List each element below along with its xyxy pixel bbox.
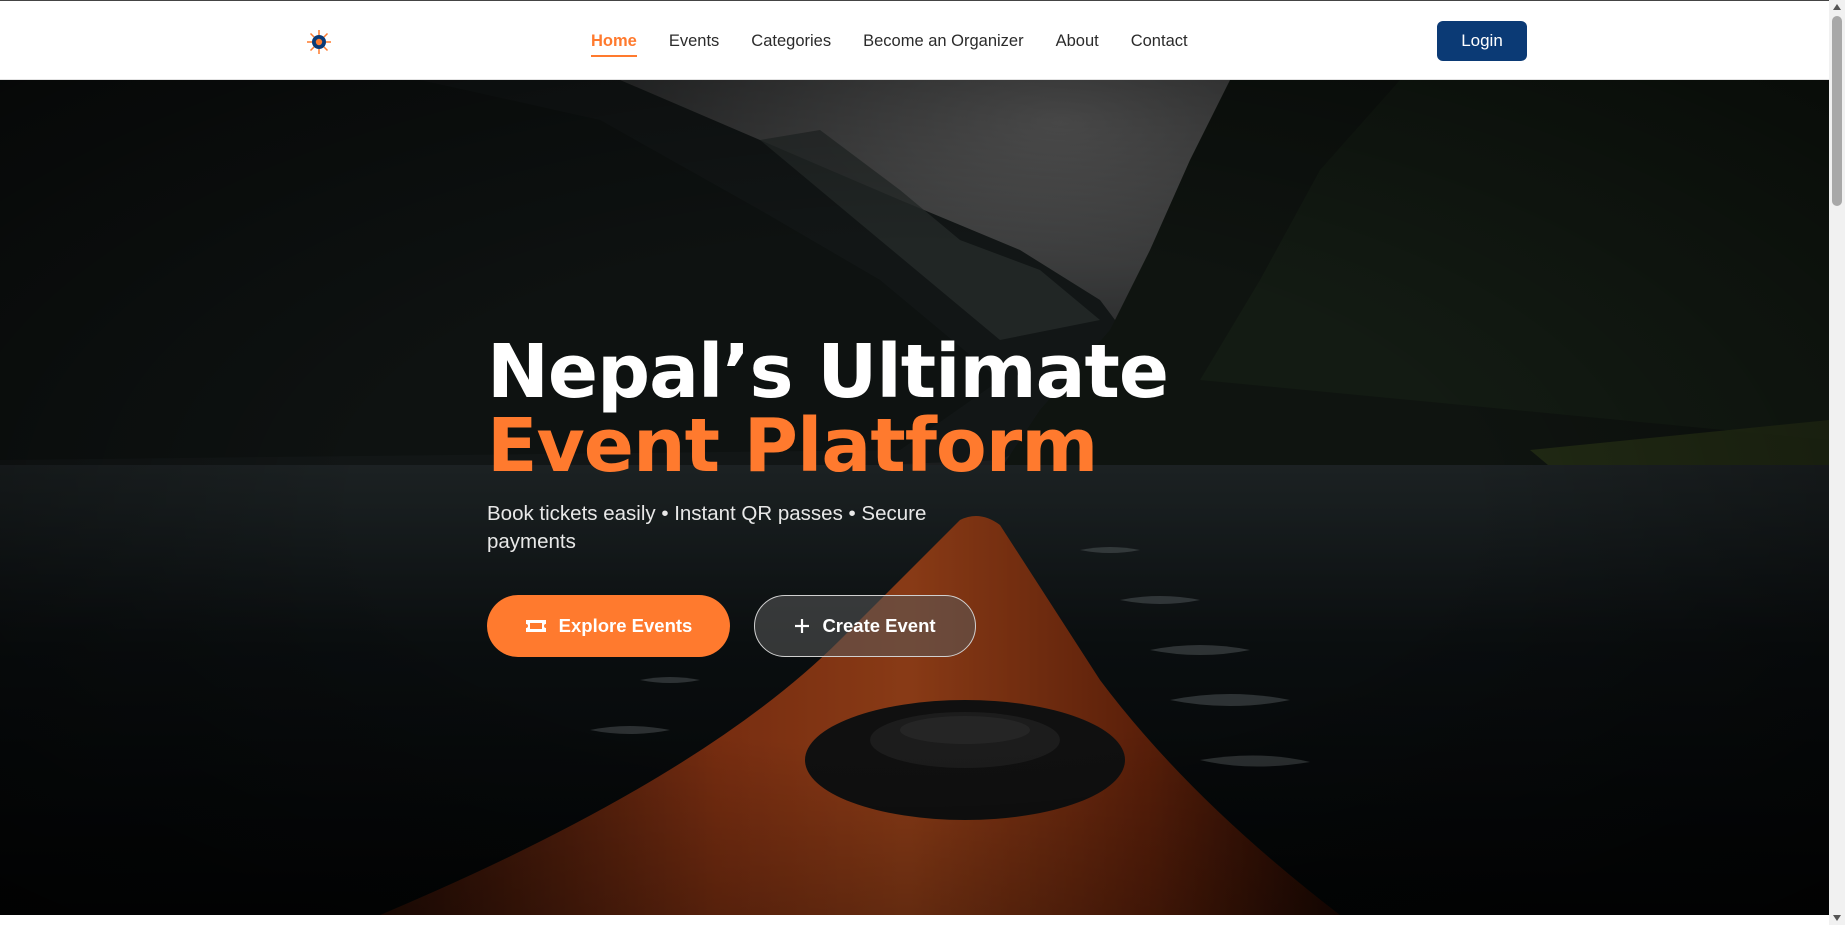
hero-background-image [0,80,1829,915]
create-event-button[interactable]: Create Event [754,595,976,657]
create-event-label: Create Event [822,615,936,636]
scroll-down-arrow-icon[interactable] [1829,911,1845,925]
explore-events-label: Explore Events [558,615,693,636]
nav-link-become-organizer[interactable]: Become an Organizer [863,28,1024,55]
nav-link-categories[interactable]: Categories [751,28,831,55]
ticket-icon [525,618,547,634]
login-button[interactable]: Login [1437,21,1527,61]
plus-icon [794,618,810,634]
main-nav: Home Events Categories Become an Organiz… [591,1,1188,81]
hero-subtitle: Book tickets easily • Instant QR passes … [487,502,927,553]
nav-link-about[interactable]: About [1056,28,1099,55]
vertical-scrollbar[interactable] [1829,0,1845,925]
scroll-up-arrow-icon[interactable] [1829,0,1845,14]
hero-section: Nepal’s Ultimate Event Platform Book tic… [0,80,1829,915]
nav-link-events[interactable]: Events [669,28,719,55]
hero-title: Nepal’s Ultimate Event Platform [487,335,1387,483]
top-navbar: Home Events Categories Become an Organiz… [0,0,1829,80]
nav-link-contact[interactable]: Contact [1131,28,1188,55]
logo-icon[interactable] [306,29,332,55]
page: Home Events Categories Become an Organiz… [0,0,1829,925]
explore-events-button[interactable]: Explore Events [487,595,730,657]
nav-link-home[interactable]: Home [591,28,637,57]
scrollbar-thumb[interactable] [1832,16,1842,206]
hero-title-accent: Event Platform [487,403,1098,489]
